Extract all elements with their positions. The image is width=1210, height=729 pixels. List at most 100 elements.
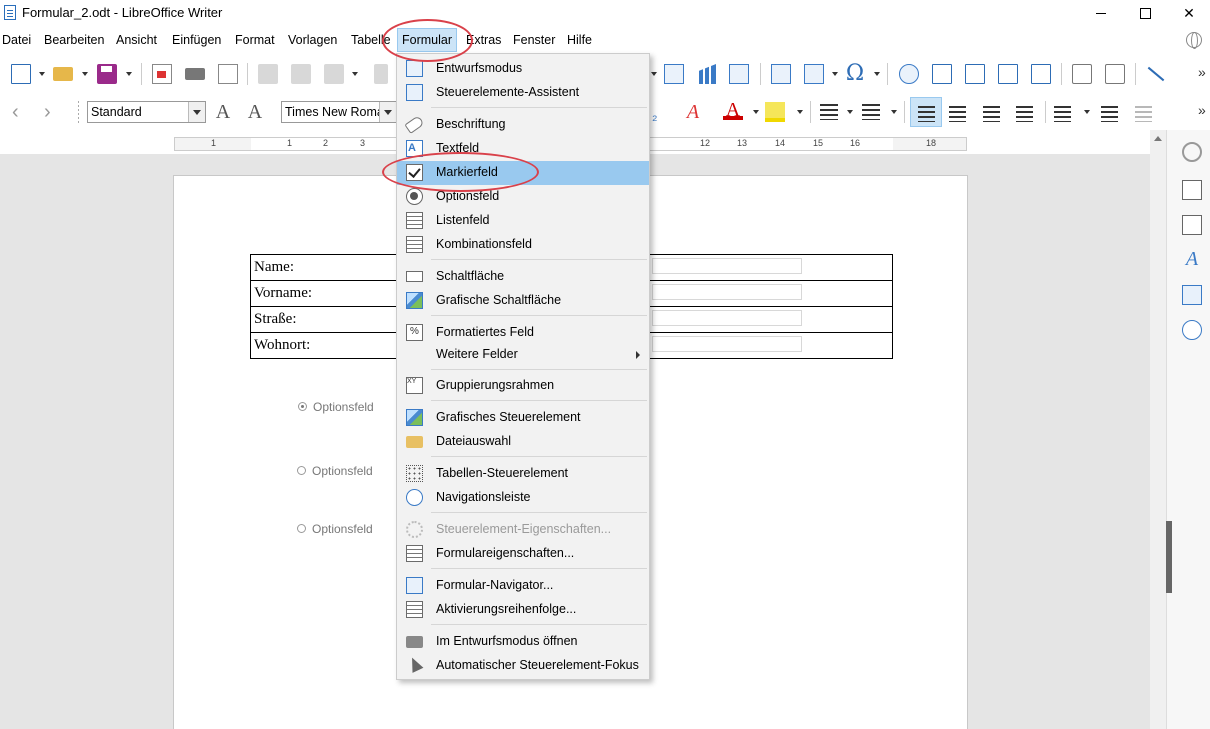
close-button[interactable]: ✕ xyxy=(1166,0,1210,26)
justify-icon[interactable] xyxy=(1016,106,1033,122)
scroll-up-icon[interactable] xyxy=(1154,136,1162,141)
properties-gear-icon[interactable] xyxy=(1182,142,1202,162)
font-color-dropdown-icon[interactable] xyxy=(753,110,759,114)
menu-item-listenfeld[interactable]: Listenfeld xyxy=(397,209,649,233)
menu-item-tabellen-steuerelement[interactable]: Tabellen-Steuerelement xyxy=(397,462,649,486)
bullet-list-dropdown-icon[interactable] xyxy=(847,110,853,114)
bullet-list-icon[interactable] xyxy=(820,104,838,120)
save-dropdown-icon[interactable] xyxy=(126,72,132,76)
vorname-text-field[interactable] xyxy=(652,284,802,300)
radio-button-icon[interactable] xyxy=(297,466,306,475)
paste-dropdown-icon[interactable] xyxy=(352,72,358,76)
save-icon[interactable] xyxy=(97,64,117,84)
menu-datei[interactable]: Datei xyxy=(0,28,35,52)
menu-item-dateiauswahl[interactable]: Dateiauswahl xyxy=(397,430,649,454)
comment-icon[interactable] xyxy=(1072,64,1092,84)
page-icon[interactable] xyxy=(1182,180,1202,200)
menu-bearbeiten[interactable]: Bearbeiten xyxy=(40,28,108,52)
hyperlink-icon[interactable] xyxy=(899,64,919,84)
menu-item-automatischer-steuerelement-fokus[interactable]: Automatischer Steuerelement-Fokus xyxy=(397,654,649,678)
maximize-button[interactable] xyxy=(1122,0,1168,26)
menu-item-steuerelemente-assistent[interactable]: Steuerelemente-Assistent xyxy=(397,81,649,105)
menu-item-weitere-felder[interactable]: Weitere Felder xyxy=(397,343,649,367)
print-icon[interactable] xyxy=(185,68,205,80)
menu-item-formulareigenschaften[interactable]: Formulareigenschaften... xyxy=(397,542,649,566)
menu-item-schaltflaeche[interactable]: Schaltfläche xyxy=(397,265,649,289)
radio-button-icon[interactable] xyxy=(297,524,306,533)
increase-spacing-icon[interactable] xyxy=(1101,106,1118,122)
toolbar-overflow-icon[interactable]: » xyxy=(1198,64,1206,80)
name-text-field[interactable] xyxy=(652,258,802,274)
insert-field-dropdown-icon[interactable] xyxy=(832,72,838,76)
cross-reference-icon[interactable] xyxy=(1031,64,1051,84)
line-spacing-dropdown-icon[interactable] xyxy=(1084,110,1090,114)
menu-ansicht[interactable]: Ansicht xyxy=(112,28,161,52)
subscript-icon[interactable]: ₂ xyxy=(652,108,672,128)
wohnort-text-field[interactable] xyxy=(652,336,802,352)
insert-image-icon[interactable] xyxy=(664,64,684,84)
menu-vorlagen[interactable]: Vorlagen xyxy=(284,28,341,52)
decrease-spacing-icon[interactable] xyxy=(1135,106,1152,122)
highlight-color-icon[interactable] xyxy=(765,102,785,122)
menu-item-gruppierungsrahmen[interactable]: XY Gruppierungsrahmen xyxy=(397,374,649,398)
toolbar-overflow-icon[interactable]: » xyxy=(1198,102,1206,118)
paragraph-style-combo[interactable]: Standard xyxy=(87,101,206,123)
menu-hilfe[interactable]: Hilfe xyxy=(563,28,596,52)
page-format-icon[interactable] xyxy=(1182,215,1202,235)
special-character-icon[interactable]: Ω xyxy=(845,63,865,85)
clone-formatting-icon[interactable] xyxy=(374,64,388,84)
vertical-scrollbar[interactable] xyxy=(1150,130,1166,729)
menu-item-navigationsleiste[interactable]: Navigationsleiste xyxy=(397,486,649,510)
highlight-dropdown-icon[interactable] xyxy=(797,110,803,114)
paste-icon[interactable] xyxy=(324,64,344,84)
font-name-combo[interactable]: Times New Roman xyxy=(281,101,397,123)
sidebar-collapse-handle[interactable] xyxy=(1166,521,1172,593)
toolbar-dropdown-icon[interactable] xyxy=(651,72,657,76)
insert-field-icon[interactable] xyxy=(804,64,824,84)
open-dropdown-icon[interactable] xyxy=(82,72,88,76)
footnote-icon[interactable] xyxy=(932,64,952,84)
globe-icon[interactable] xyxy=(1186,32,1202,49)
menu-item-formatiertes-feld[interactable]: % Formatiertes Feld xyxy=(397,321,649,345)
line-spacing-icon[interactable] xyxy=(1054,106,1071,122)
update-style-icon[interactable]: A xyxy=(213,102,233,122)
numbered-list-dropdown-icon[interactable] xyxy=(891,110,897,114)
align-right-icon[interactable] xyxy=(983,106,1000,122)
font-color-icon[interactable]: A xyxy=(723,100,743,120)
chevron-down-icon[interactable] xyxy=(379,102,396,122)
menu-einfuegen[interactable]: Einfügen xyxy=(168,28,225,52)
previous-icon[interactable]: ‹ xyxy=(12,102,32,122)
endnote-icon[interactable] xyxy=(965,64,985,84)
print-preview-icon[interactable] xyxy=(218,64,238,84)
strasse-text-field[interactable] xyxy=(652,310,802,326)
menu-format[interactable]: Format xyxy=(231,28,279,52)
styles-icon[interactable]: A xyxy=(1182,249,1202,269)
new-style-icon[interactable]: A xyxy=(245,102,265,122)
insert-page-break-icon[interactable] xyxy=(771,64,791,84)
menu-item-im-entwurfsmodus-oeffnen[interactable]: Im Entwurfsmodus öffnen xyxy=(397,630,649,654)
insert-chart-icon[interactable] xyxy=(696,64,716,84)
menu-item-grafisches-steuerelement[interactable]: Grafisches Steuerelement xyxy=(397,406,649,430)
menu-fenster[interactable]: Fenster xyxy=(509,28,559,52)
new-document-icon[interactable] xyxy=(11,64,31,84)
new-document-dropdown-icon[interactable] xyxy=(39,72,45,76)
menu-item-kombinationsfeld[interactable]: Kombinationsfeld xyxy=(397,233,649,257)
clear-formatting-icon[interactable]: A xyxy=(683,102,703,122)
menu-item-formular-navigator[interactable]: Formular-Navigator... xyxy=(397,574,649,598)
numbered-list-icon[interactable] xyxy=(862,104,880,120)
cut-icon[interactable] xyxy=(258,64,278,84)
align-center-icon[interactable] xyxy=(949,106,966,122)
align-left-button[interactable] xyxy=(910,97,942,127)
copy-icon[interactable] xyxy=(291,64,311,84)
menu-item-beschriftung[interactable]: Beschriftung xyxy=(397,113,649,137)
navigator-compass-icon[interactable] xyxy=(1182,320,1202,340)
gallery-icon[interactable] xyxy=(1182,285,1202,305)
open-folder-icon[interactable] xyxy=(53,67,73,81)
menu-item-aktivierungsreihenfolge[interactable]: Aktivierungsreihenfolge... xyxy=(397,598,649,622)
insert-textbox-icon[interactable] xyxy=(729,64,749,84)
bookmark-icon[interactable] xyxy=(998,64,1018,84)
track-changes-icon[interactable] xyxy=(1105,64,1125,84)
insert-line-icon[interactable] xyxy=(1147,66,1165,82)
minimize-button[interactable] xyxy=(1078,0,1124,26)
export-pdf-icon[interactable] xyxy=(152,64,172,84)
